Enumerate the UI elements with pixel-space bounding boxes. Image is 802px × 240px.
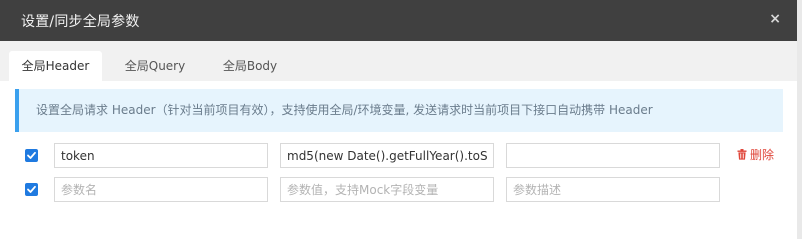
- trash-icon: [737, 149, 747, 160]
- tab-bar: 全局Header 全局Query 全局Body: [0, 41, 797, 81]
- enable-checkbox[interactable]: [25, 183, 38, 196]
- delete-button[interactable]: 删除: [737, 148, 774, 162]
- delete-label: 删除: [750, 148, 775, 162]
- dialog-header: 设置/同步全局参数 ×: [0, 0, 797, 41]
- param-row: 删除: [0, 143, 797, 169]
- dialog-title: 设置/同步全局参数: [21, 14, 140, 30]
- info-alert: 设置全局请求 Header（针对当前项目有效），支持使用全局/环境变量, 发送请…: [15, 89, 783, 132]
- param-value-input[interactable]: [280, 177, 494, 202]
- param-name-input[interactable]: [54, 177, 268, 202]
- close-icon[interactable]: ×: [769, 11, 781, 27]
- scrollbar-track: [797, 0, 802, 239]
- checkmark-icon: [27, 185, 36, 193]
- param-value-input[interactable]: [280, 143, 494, 168]
- enable-checkbox[interactable]: [25, 149, 38, 162]
- param-name-input[interactable]: [54, 143, 268, 168]
- global-params-dialog: 设置/同步全局参数 × 全局Header 全局Query 全局Body 设置全局…: [0, 0, 802, 239]
- tab-global-header[interactable]: 全局Header: [9, 51, 102, 81]
- tab-global-query[interactable]: 全局Query: [111, 51, 199, 81]
- checkmark-icon: [27, 151, 36, 159]
- param-row: [0, 177, 797, 203]
- param-desc-input[interactable]: [506, 177, 720, 202]
- param-desc-input[interactable]: [506, 143, 720, 168]
- tab-global-body[interactable]: 全局Body: [208, 51, 292, 81]
